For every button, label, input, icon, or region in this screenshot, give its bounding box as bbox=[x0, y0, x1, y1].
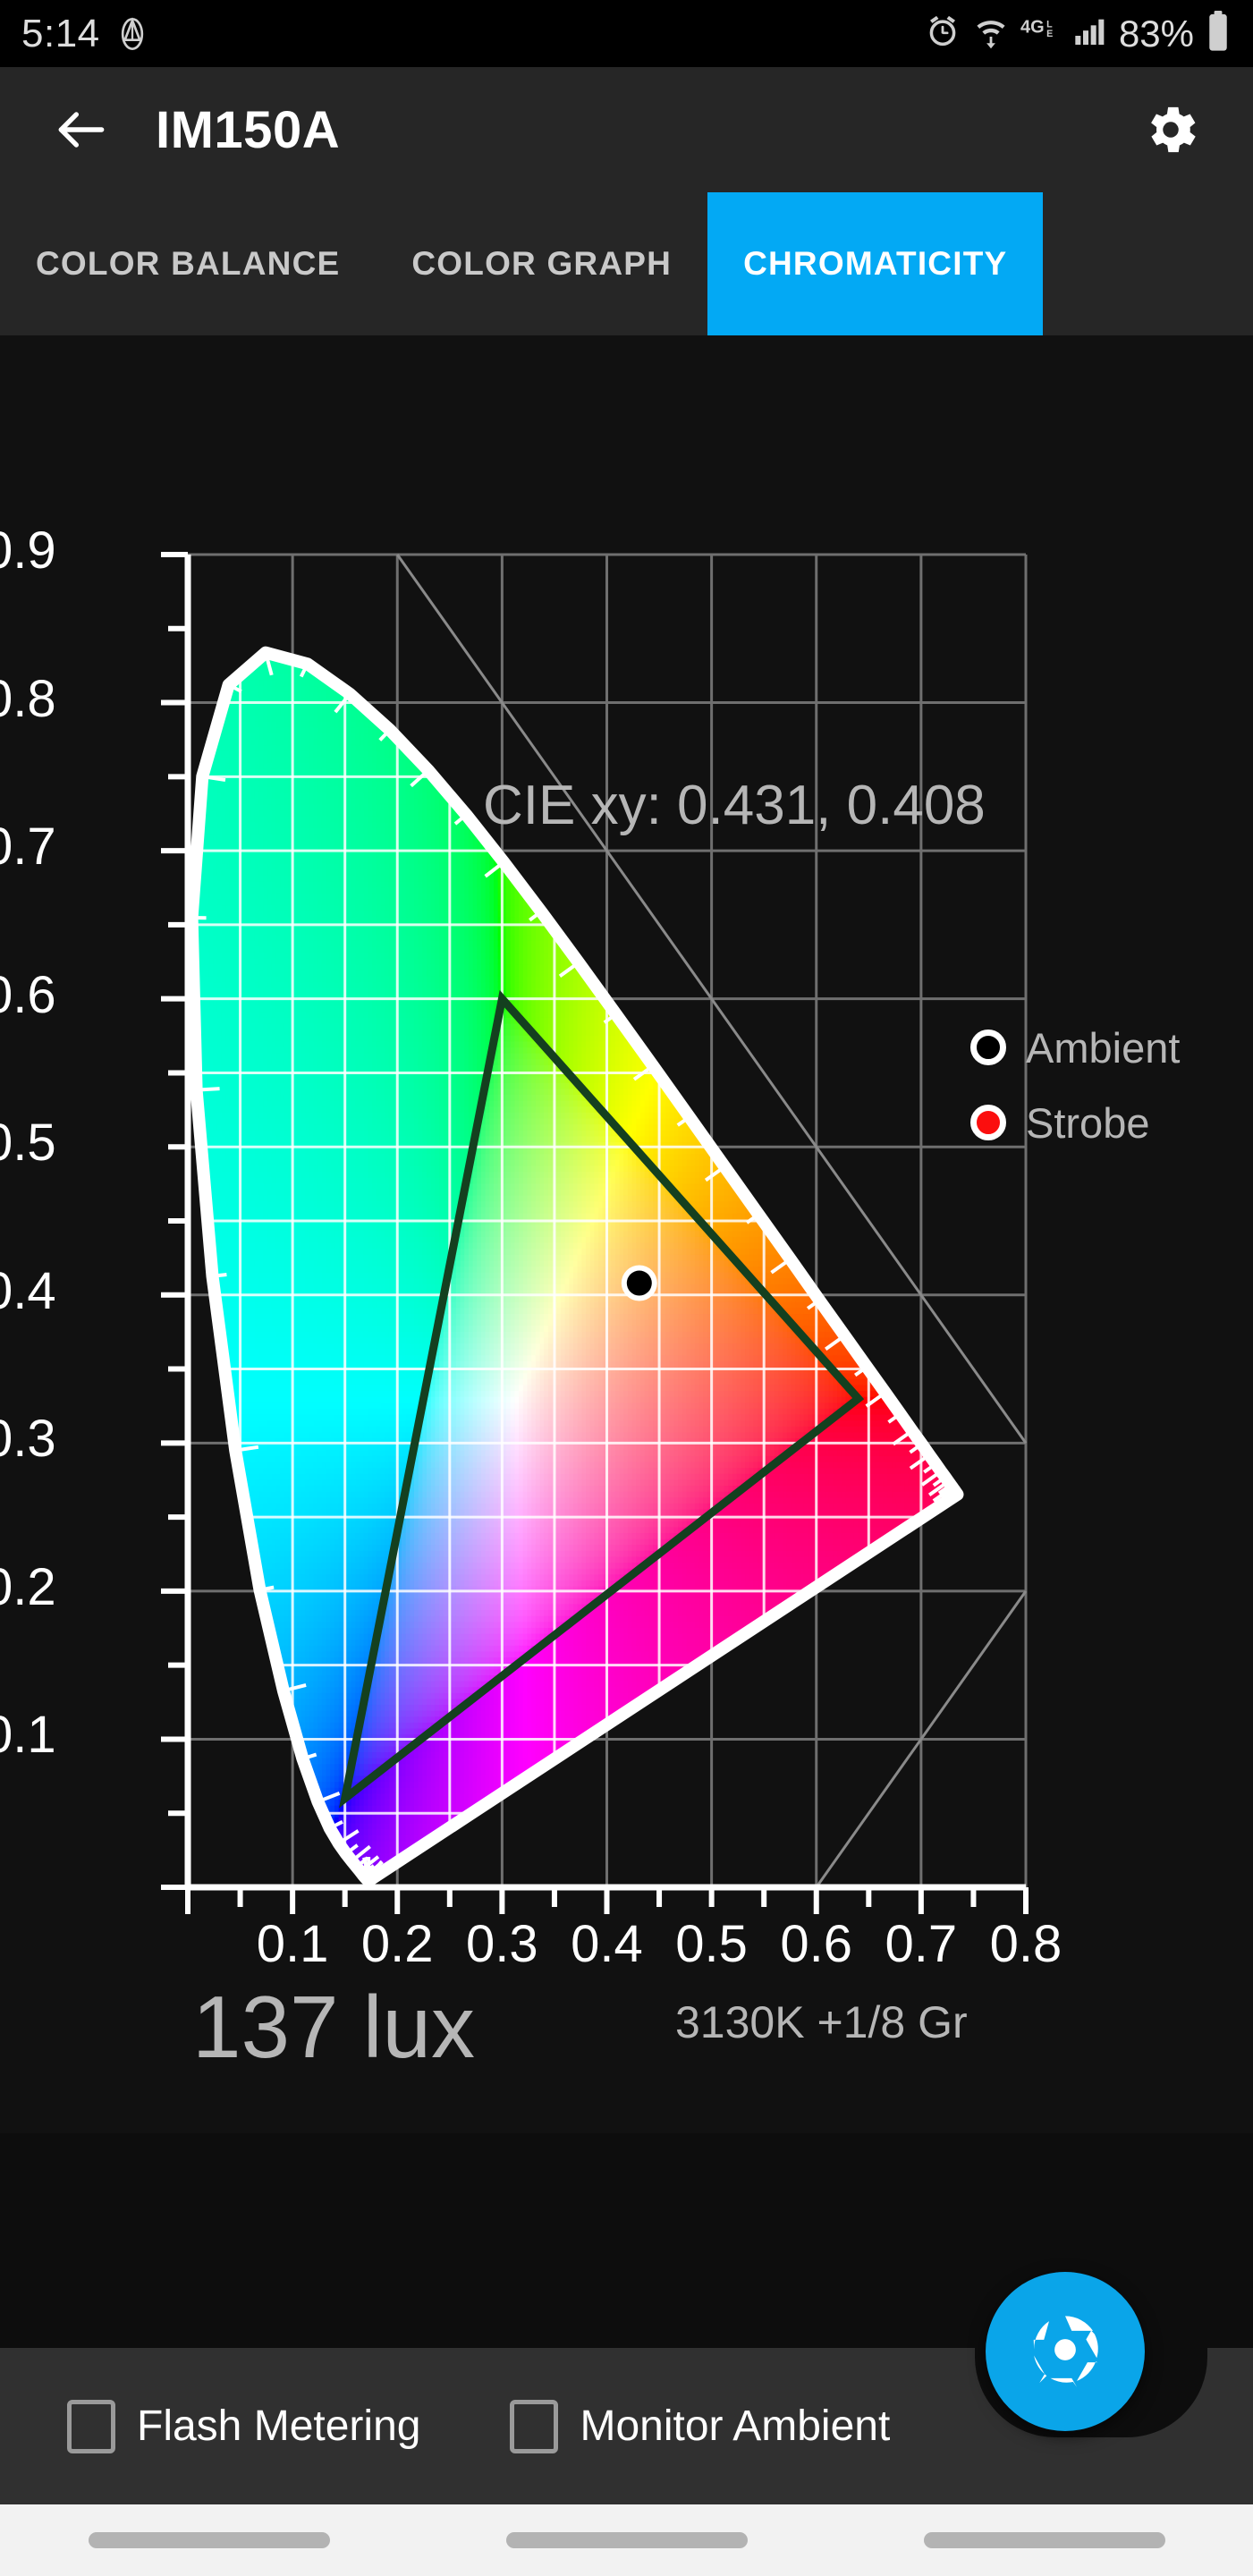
cie-xy-readout: CIE xy: 0.431, 0.408 bbox=[483, 774, 986, 837]
x-tick-label: 0.5 bbox=[675, 1914, 748, 1974]
tab-color-balance[interactable]: COLOR BALANCE bbox=[0, 192, 376, 335]
legend-label-ambient: Ambient bbox=[1026, 1023, 1180, 1072]
cie-diagram-svg bbox=[161, 552, 1029, 1914]
x-tick-label: 0.4 bbox=[571, 1914, 643, 1974]
status-bar: 5:14 4G L E 83% bbox=[0, 0, 1253, 67]
x-tick-label: 0.7 bbox=[885, 1914, 958, 1974]
app-bar: IM150A bbox=[0, 67, 1253, 192]
svg-text:E: E bbox=[1046, 29, 1053, 39]
gear-icon[interactable] bbox=[1139, 97, 1203, 162]
status-time: 5:14 bbox=[21, 12, 100, 56]
y-tick-label: 0.7 bbox=[0, 817, 56, 877]
nav-home-button[interactable] bbox=[505, 2532, 748, 2548]
y-tick-label: 0.6 bbox=[0, 965, 56, 1025]
lux-value: 137 lux bbox=[192, 1977, 475, 2078]
checkbox-label-flash-metering: Flash Metering bbox=[137, 2402, 420, 2451]
wifi-icon bbox=[972, 13, 1010, 55]
battery-icon bbox=[1205, 11, 1232, 56]
x-tick-label: 0.1 bbox=[257, 1914, 329, 1974]
status-icons: 4G L E 83% bbox=[924, 11, 1232, 56]
tab-chromaticity[interactable]: CHROMATICITY bbox=[707, 192, 1044, 335]
x-axis-labels: 0.1 0.2 0.3 0.4 0.5 0.6 0.7 0.8 bbox=[0, 1914, 1253, 1986]
y-tick-label: 0.2 bbox=[0, 1557, 56, 1617]
chart-legend: Ambient Strobe bbox=[970, 1020, 1180, 1170]
y-tick-label: 0.1 bbox=[0, 1705, 56, 1765]
legend-item-ambient: Ambient bbox=[970, 1020, 1180, 1075]
y-tick-label: 0.4 bbox=[0, 1261, 56, 1321]
battery-percent: 83% bbox=[1119, 13, 1194, 55]
nav-recents-button[interactable] bbox=[88, 2532, 330, 2548]
checkbox-monitor-ambient[interactable]: Monitor Ambient bbox=[510, 2399, 890, 2453]
app-screen: 5:14 4G L E 83% IM150A COLOR BALANCE COL… bbox=[0, 0, 1253, 2576]
checkbox-box-icon[interactable] bbox=[67, 2399, 115, 2453]
legend-label-strobe: Strobe bbox=[1026, 1098, 1149, 1148]
signal-bars-icon bbox=[1072, 13, 1108, 55]
4g-lte-icon: 4G L E bbox=[1020, 13, 1062, 55]
nav-back-button[interactable] bbox=[923, 2532, 1165, 2548]
tab-bar: COLOR BALANCE COLOR GRAPH CHROMATICITY bbox=[0, 192, 1253, 335]
back-arrow-icon[interactable] bbox=[50, 98, 113, 161]
app-triangle-icon bbox=[114, 16, 150, 52]
alarm-icon bbox=[924, 13, 961, 55]
y-tick-label: 0.9 bbox=[0, 521, 56, 580]
system-navigation-bar bbox=[0, 2504, 1253, 2576]
x-tick-label: 0.6 bbox=[780, 1914, 852, 1974]
measure-fab-button[interactable] bbox=[986, 2272, 1145, 2431]
checkbox-label-monitor-ambient: Monitor Ambient bbox=[580, 2402, 890, 2451]
camera-aperture-icon bbox=[1024, 2309, 1106, 2395]
kelvin-value: 3130K +1/8 Gr bbox=[675, 1996, 968, 2048]
y-tick-label: 0.3 bbox=[0, 1409, 56, 1469]
measurement-readout: 137 lux 3130K +1/8 Gr bbox=[0, 1977, 1253, 2138]
legend-item-strobe: Strobe bbox=[970, 1095, 1180, 1150]
x-tick-label: 0.2 bbox=[361, 1914, 434, 1974]
y-tick-label: 0.8 bbox=[0, 669, 56, 729]
y-tick-label: 0.5 bbox=[0, 1113, 56, 1173]
x-tick-label: 0.8 bbox=[990, 1914, 1063, 1974]
measurement-markers[interactable] bbox=[621, 1265, 657, 1301]
ambient-marker-icon bbox=[970, 1030, 1006, 1065]
chromaticity-chart: CIE xy: 0.431, 0.408 Ambient Strobe 0.10… bbox=[0, 335, 1253, 2133]
tab-color-graph[interactable]: COLOR GRAPH bbox=[376, 192, 707, 335]
checkbox-box-icon[interactable] bbox=[510, 2399, 559, 2453]
strobe-marker-icon bbox=[970, 1105, 1006, 1140]
page-title: IM150A bbox=[156, 100, 340, 160]
x-tick-label: 0.3 bbox=[466, 1914, 538, 1974]
svg-text:4G: 4G bbox=[1020, 18, 1045, 38]
checkbox-flash-metering[interactable]: Flash Metering bbox=[67, 2399, 420, 2453]
